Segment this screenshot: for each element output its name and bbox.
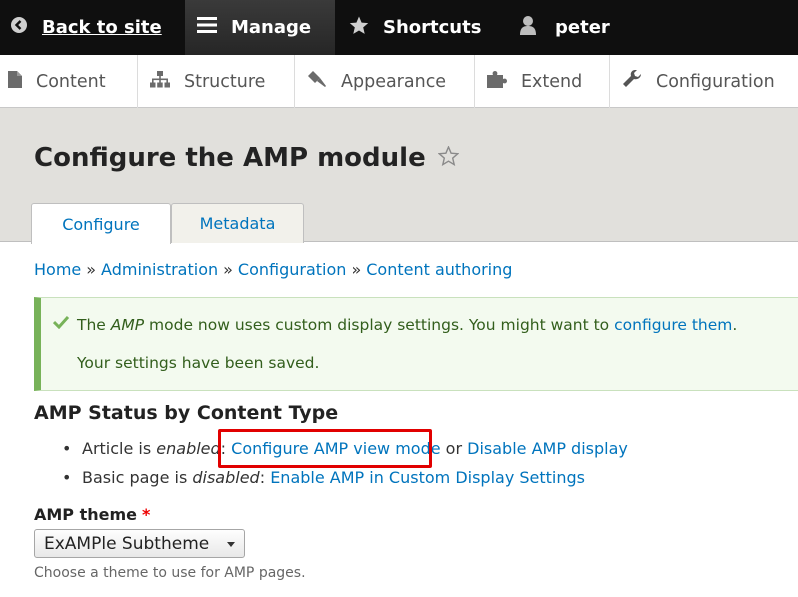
tray-item-label: Extend [521,71,583,92]
admin-menu-tray: Content Structure Appearance Extend Conf… [0,55,798,108]
message-text: The [77,316,111,334]
manage-label: Manage [231,17,312,38]
highlight-annotation-box [218,429,432,468]
puzzle-icon [487,70,507,93]
status-text: : [259,468,271,487]
admin-toolbar: Back to site Manage Shortcuts peter [0,0,798,55]
required-marker: * [142,505,151,524]
message-text: mode now uses custom display settings. Y… [144,316,615,334]
tray-item-label: Configuration [656,71,775,92]
status-state: disabled [192,468,260,487]
breadcrumb-home[interactable]: Home [34,260,81,279]
breadcrumb-separator: » [86,260,97,279]
enable-amp-custom-display-link[interactable]: Enable AMP in Custom Display Settings [270,468,585,487]
user-icon [519,15,537,40]
page-header: Configure the AMP module Configure Metad… [0,108,798,244]
tab-configure[interactable]: Configure [31,203,171,244]
amp-theme-description: Choose a theme to use for AMP pages. [34,565,306,581]
back-to-site-label: Back to site [42,17,162,38]
message-line-saved: Your settings have been saved. [77,354,320,372]
configure-them-link[interactable]: configure them [614,316,732,334]
paintbrush-icon [307,70,327,93]
page-title: Configure the AMP module [34,143,426,173]
breadcrumb-content-authoring[interactable]: Content authoring [366,260,512,279]
message-mode-name: AMP [110,316,145,334]
tray-item-label: Structure [184,71,266,92]
user-label: peter [555,17,610,38]
wrench-icon [622,69,642,94]
star-icon [349,16,369,40]
status-state: enabled [156,439,221,458]
list-item-basic-page: Basic page is disabled: Enable AMP in Cu… [62,467,628,496]
status-message: The AMP mode now uses custom display set… [34,297,798,391]
tray-item-configuration[interactable]: Configuration [610,55,798,108]
message-line-custom-display: The AMP mode now uses custom display set… [77,316,737,334]
select-value: ExAMPle Subtheme [44,533,210,554]
tab-metadata[interactable]: Metadata [171,203,304,243]
tray-item-label: Content [36,71,106,92]
amp-status-heading: AMP Status by Content Type [34,402,339,424]
amp-theme-label: AMP theme * [34,505,150,524]
check-icon [52,315,70,333]
breadcrumb-separator: » [351,260,362,279]
hamburger-icon [197,16,217,39]
sitemap-icon [150,70,170,93]
shortcuts-tab[interactable]: Shortcuts [335,0,505,55]
tray-item-structure[interactable]: Structure [138,55,295,108]
shortcuts-label: Shortcuts [383,17,482,38]
tray-item-extend[interactable]: Extend [475,55,610,108]
back-to-site-link[interactable]: Back to site [0,0,185,55]
chevron-left-circle-icon [10,16,28,39]
field-label-text: AMP theme [34,505,138,524]
tray-item-appearance[interactable]: Appearance [295,55,475,108]
breadcrumb-separator: » [223,260,233,279]
chevron-down-icon [227,542,235,547]
status-text: or [440,439,468,458]
file-icon [8,70,22,93]
status-text: Article is [82,439,157,458]
status-text: Basic page is [82,468,193,487]
message-text: . [732,316,738,334]
tray-item-label: Appearance [341,71,447,92]
shortcut-star-icon[interactable] [437,145,460,170]
tray-item-content[interactable]: Content [0,55,138,108]
amp-theme-select[interactable]: ExAMPle Subtheme [34,529,245,558]
user-tab[interactable]: peter [505,0,610,55]
disable-amp-display-link[interactable]: Disable AMP display [467,439,628,458]
manage-tab[interactable]: Manage [185,0,335,55]
breadcrumb-administration[interactable]: Administration [101,260,218,279]
breadcrumb-configuration[interactable]: Configuration [238,260,347,279]
breadcrumb: Home» Administration» Configuration» Conten… [34,260,512,279]
